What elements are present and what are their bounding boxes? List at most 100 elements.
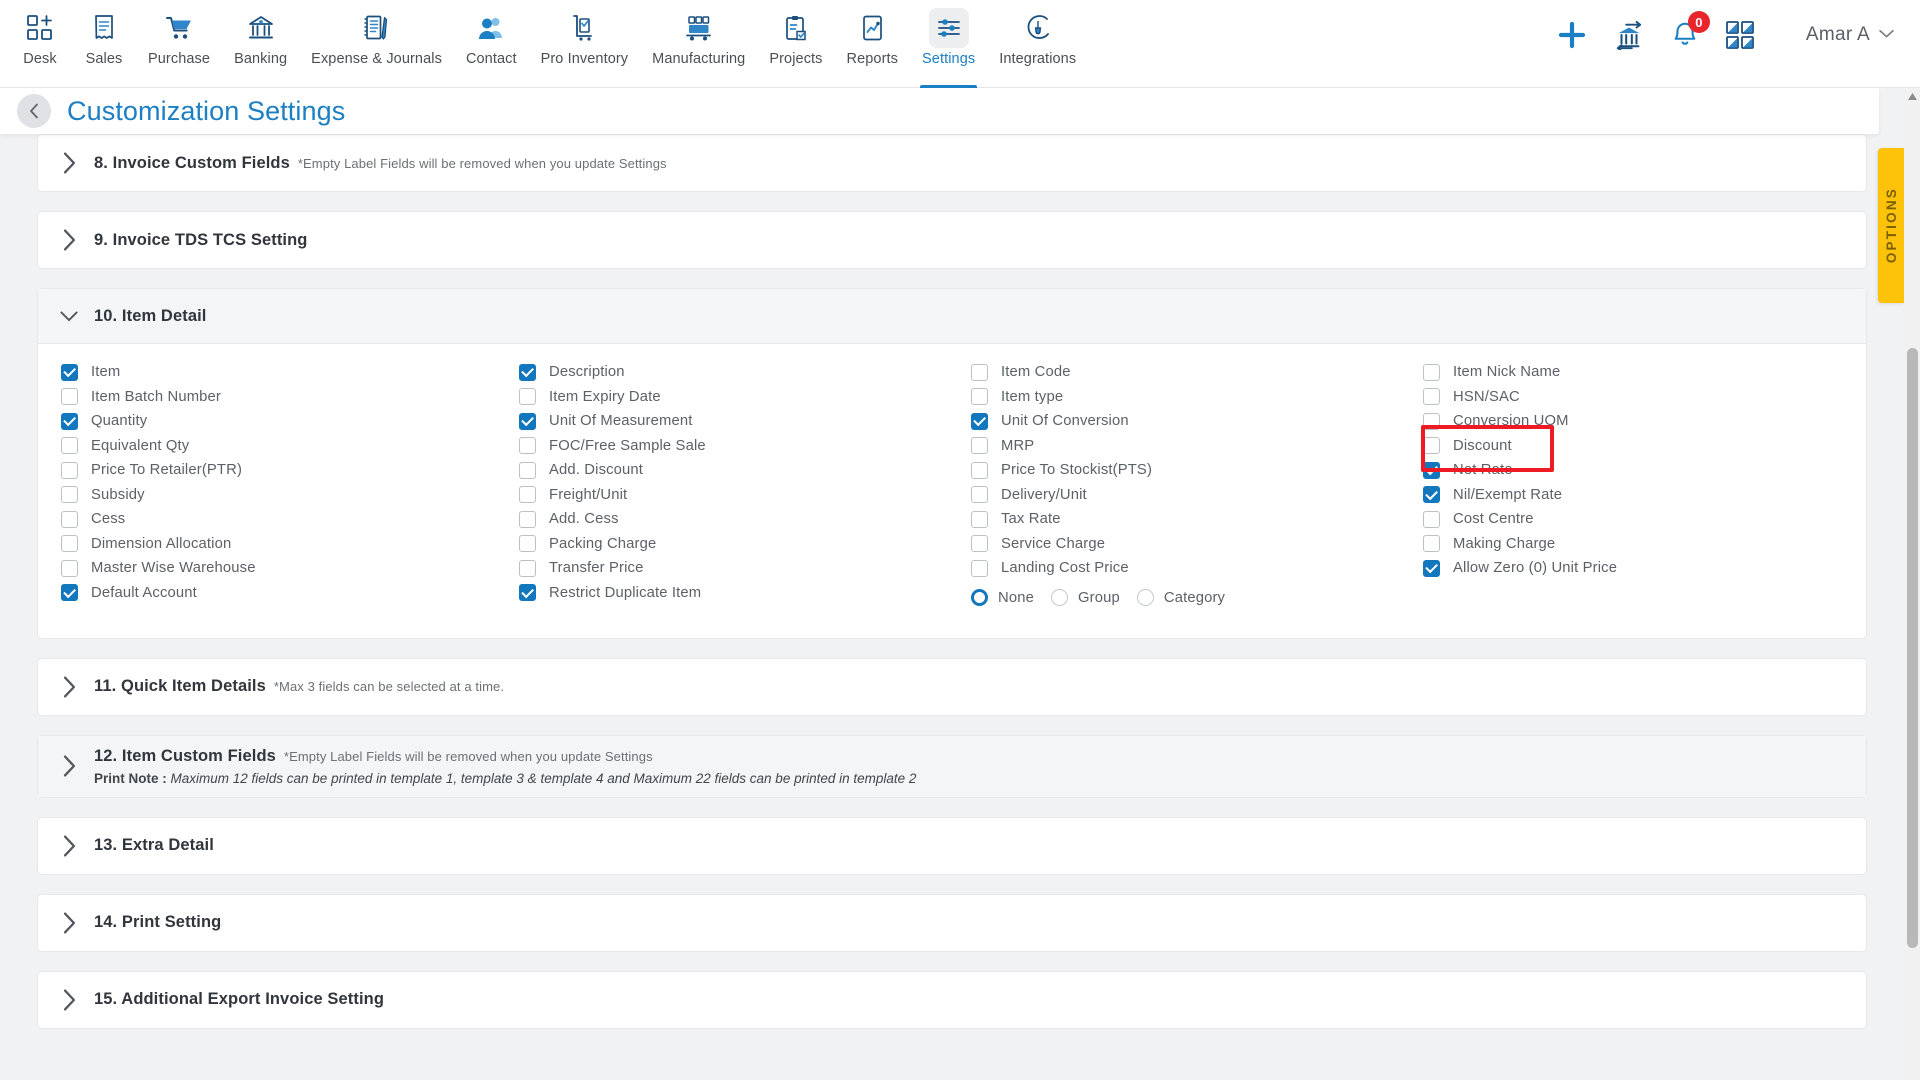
checkbox-row[interactable]: Default Account xyxy=(61,581,519,606)
checkbox-row[interactable]: Price To Retailer(PTR) xyxy=(61,458,519,483)
nav-item-projects[interactable]: Projects xyxy=(757,0,834,88)
checkbox-row[interactable]: Cess xyxy=(61,507,519,532)
checkbox-checked-icon[interactable] xyxy=(519,412,536,430)
checkbox-row[interactable]: Item Nick Name xyxy=(1423,360,1863,385)
bell-icon[interactable]: 0 xyxy=(1670,11,1710,50)
checkbox-row[interactable]: Service Charge xyxy=(971,532,1423,557)
checkbox-row[interactable]: Item Batch Number xyxy=(61,385,519,410)
bank-transfer-icon[interactable] xyxy=(1614,20,1644,50)
checkbox-row[interactable]: Packing Charge xyxy=(519,532,971,557)
checkbox-row[interactable]: Discount xyxy=(1423,434,1863,459)
checkbox-unchecked-icon[interactable] xyxy=(971,510,988,528)
checkbox-unchecked-icon[interactable] xyxy=(971,461,988,479)
options-side-tab[interactable]: OPTIONS xyxy=(1878,148,1904,303)
scroll-up-arrow-icon[interactable] xyxy=(1904,88,1920,105)
checkbox-unchecked-icon[interactable] xyxy=(971,486,988,504)
back-button[interactable] xyxy=(17,94,51,128)
checkbox-row[interactable]: Add. Discount xyxy=(519,458,971,483)
checkbox-unchecked-icon[interactable] xyxy=(971,559,988,577)
checkbox-row[interactable]: Cost Centre xyxy=(1423,507,1863,532)
nav-item-reports[interactable]: Reports xyxy=(835,0,910,88)
checkbox-checked-icon[interactable] xyxy=(1423,461,1440,479)
checkbox-row[interactable]: Making Charge xyxy=(1423,532,1863,557)
section-header-sec15[interactable]: 15. Additional Export Invoice Setting xyxy=(38,972,1866,1028)
checkbox-row[interactable]: Item Expiry Date xyxy=(519,385,971,410)
checkbox-row[interactable]: Dimension Allocation xyxy=(61,532,519,557)
checkbox-unchecked-icon[interactable] xyxy=(519,461,536,479)
radio-unselected-icon[interactable] xyxy=(1136,589,1154,606)
checkbox-row[interactable]: Freight/Unit xyxy=(519,483,971,508)
nav-item-pro-inventory[interactable]: Pro Inventory xyxy=(529,0,641,88)
checkbox-unchecked-icon[interactable] xyxy=(1423,363,1440,381)
checkbox-unchecked-icon[interactable] xyxy=(61,461,78,479)
add-icon[interactable] xyxy=(1556,19,1588,51)
checkbox-row[interactable]: Unit Of Measurement xyxy=(519,409,971,434)
chevron-right-icon[interactable] xyxy=(60,911,78,934)
nav-item-desk[interactable]: Desk xyxy=(8,0,72,88)
chevron-right-icon[interactable] xyxy=(60,755,78,777)
nav-item-expense-journals[interactable]: Expense & Journals xyxy=(299,0,454,88)
checkbox-checked-icon[interactable] xyxy=(61,412,78,430)
vertical-scrollbar[interactable] xyxy=(1904,88,1920,1080)
section-header-sec12[interactable]: 12. Item Custom Fields *Empty Label Field… xyxy=(38,735,1866,797)
checkbox-row[interactable]: Conversion UOM xyxy=(1423,409,1863,434)
checkbox-row[interactable]: Equivalent Qty xyxy=(61,434,519,459)
checkbox-unchecked-icon[interactable] xyxy=(519,486,536,504)
checkbox-checked-icon[interactable] xyxy=(971,412,988,430)
checkbox-row[interactable]: Item type xyxy=(971,385,1423,410)
nav-item-contact[interactable]: Contact xyxy=(454,0,529,88)
checkbox-row[interactable]: Master Wise Warehouse xyxy=(61,556,519,581)
checkbox-checked-icon[interactable] xyxy=(1423,486,1440,504)
checkbox-unchecked-icon[interactable] xyxy=(519,535,536,553)
checkbox-row[interactable]: Item xyxy=(61,360,519,385)
nav-item-sales[interactable]: Sales xyxy=(72,0,136,88)
chevron-down-icon[interactable] xyxy=(60,307,78,325)
checkbox-row[interactable]: Price To Stockist(PTS) xyxy=(971,458,1423,483)
section-header-sec9[interactable]: 9. Invoice TDS TCS Setting xyxy=(38,212,1866,268)
checkbox-row[interactable]: Add. Cess xyxy=(519,507,971,532)
checkbox-unchecked-icon[interactable] xyxy=(519,559,536,577)
apps-grid-icon[interactable] xyxy=(1725,21,1754,49)
scrollbar-thumb[interactable] xyxy=(1907,348,1918,948)
checkbox-unchecked-icon[interactable] xyxy=(519,388,536,406)
chevron-right-icon[interactable] xyxy=(60,229,78,251)
checkbox-unchecked-icon[interactable] xyxy=(1423,437,1440,455)
checkbox-row[interactable]: Restrict Duplicate Item xyxy=(519,581,971,606)
checkbox-unchecked-icon[interactable] xyxy=(971,535,988,553)
checkbox-checked-icon[interactable] xyxy=(519,363,536,381)
checkbox-unchecked-icon[interactable] xyxy=(61,559,78,577)
chevron-right-icon[interactable] xyxy=(60,152,78,174)
checkbox-checked-icon[interactable] xyxy=(519,584,536,602)
checkbox-unchecked-icon[interactable] xyxy=(61,535,78,553)
checkbox-row[interactable]: Description xyxy=(519,360,971,385)
checkbox-unchecked-icon[interactable] xyxy=(61,437,78,455)
checkbox-unchecked-icon[interactable] xyxy=(1423,388,1440,406)
checkbox-row[interactable]: Net Rate xyxy=(1423,458,1863,483)
checkbox-row[interactable]: Subsidy xyxy=(61,483,519,508)
radio-unselected-icon[interactable] xyxy=(1050,589,1068,606)
section-header-sec8[interactable]: 8. Invoice Custom Fields *Empty Label Fie… xyxy=(38,135,1866,191)
checkbox-unchecked-icon[interactable] xyxy=(61,388,78,406)
grouping-radio-group[interactable]: None Group Category xyxy=(971,584,1423,612)
checkbox-unchecked-icon[interactable] xyxy=(61,486,78,504)
radio-option[interactable]: Category xyxy=(1136,589,1225,606)
nav-item-integrations[interactable]: Integrations xyxy=(987,0,1088,88)
section-header-sec10[interactable]: 10. Item Detail xyxy=(38,289,1866,344)
checkbox-unchecked-icon[interactable] xyxy=(1423,535,1440,553)
checkbox-unchecked-icon[interactable] xyxy=(519,437,536,455)
nav-item-purchase[interactable]: Purchase xyxy=(136,0,222,88)
checkbox-row[interactable]: HSN/SAC xyxy=(1423,385,1863,410)
radio-selected-icon[interactable] xyxy=(971,589,988,606)
section-header-sec14[interactable]: 14. Print Setting xyxy=(38,895,1866,951)
checkbox-row[interactable]: Item Code xyxy=(971,360,1423,385)
chevron-right-icon[interactable] xyxy=(60,675,78,698)
chevron-right-icon[interactable] xyxy=(60,834,78,857)
checkbox-row[interactable]: FOC/Free Sample Sale xyxy=(519,434,971,459)
checkbox-checked-icon[interactable] xyxy=(61,584,78,602)
chevron-right-icon[interactable] xyxy=(60,988,78,1011)
checkbox-checked-icon[interactable] xyxy=(61,363,78,381)
checkbox-unchecked-icon[interactable] xyxy=(971,437,988,455)
nav-item-settings[interactable]: Settings xyxy=(910,0,987,88)
nav-item-banking[interactable]: Banking xyxy=(222,0,299,88)
settings-scroll-area[interactable]: 8. Invoice Custom Fields *Empty Label Fie… xyxy=(0,134,1904,1080)
